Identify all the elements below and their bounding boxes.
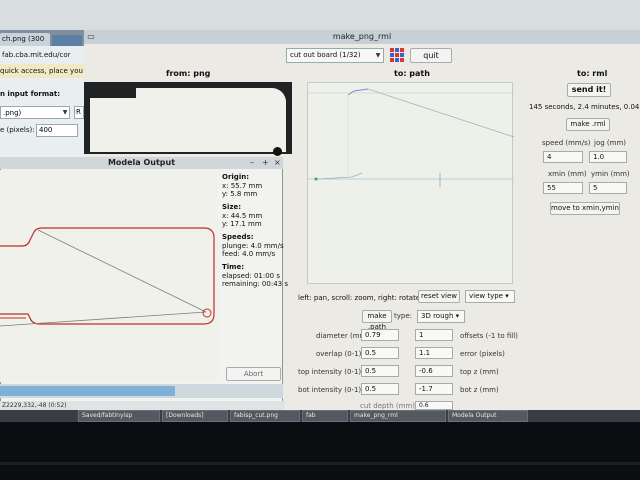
make-rml-button[interactable]: make .rml: [566, 118, 610, 131]
monitor-edge: [0, 462, 640, 465]
param-label-bot-z: bot z (mm): [460, 386, 499, 394]
close-icon[interactable]: ×: [274, 157, 281, 169]
param-label-bot-intensity: bot intensity (0-1): [298, 386, 362, 394]
send-it-button[interactable]: send it!: [567, 83, 611, 97]
png-hole: [273, 147, 282, 156]
size-label: Size:: [222, 203, 242, 211]
modela-title: Modela Output: [0, 157, 283, 169]
minimize-icon[interactable]: –: [250, 157, 254, 169]
chevron-down-icon[interactable]: ▼: [60, 106, 70, 119]
pixels-label: e (pixels):: [0, 126, 35, 134]
taskbar-item-modela-output[interactable]: Modela Output: [448, 410, 528, 422]
window-menu-icon[interactable]: ▭: [84, 30, 98, 44]
pixels-input[interactable]: 400: [36, 124, 78, 137]
jog-label: jog (mm): [594, 139, 626, 147]
size-y: y: 17.1 mm: [222, 220, 262, 228]
browser-notice-bar: quick access, place you: [0, 64, 84, 78]
time-label: Time:: [222, 263, 245, 271]
abort-button[interactable]: Abort: [226, 367, 281, 381]
path-view[interactable]: [307, 82, 515, 284]
r-field[interactable]: R: [74, 106, 84, 119]
path-help-text: left: pan, scroll: zoom, right: rotate: [298, 294, 421, 302]
quit-button[interactable]: quit: [410, 48, 452, 63]
speed-label: speed (mm/s): [542, 139, 591, 147]
jog-input[interactable]: 1.0: [589, 151, 627, 163]
offsets-input[interactable]: 1: [415, 329, 453, 341]
browser-tab[interactable]: ch.png (300: [0, 33, 50, 46]
param-label-error: error (pixels): [460, 350, 505, 358]
plunge-speed: plunge: 4.0 mm/s: [222, 242, 284, 250]
cut-depth-input[interactable]: 0.6: [415, 401, 453, 410]
progress-fill: [0, 386, 175, 396]
ymin-label: ymin (mm): [591, 170, 630, 178]
color-grid-icon[interactable]: [389, 47, 405, 63]
rml-time-text: 145 seconds, 2.4 minutes, 0.04 ho: [529, 103, 640, 111]
ymin-input[interactable]: 5: [589, 182, 627, 194]
type-select[interactable]: 3D rough ▾: [417, 310, 465, 323]
top-intensity-input[interactable]: 0.5: [361, 365, 399, 377]
xmin-label: xmin (mm): [548, 170, 587, 178]
param-label-top-intensity: top intensity (0-1): [298, 368, 362, 376]
browser-new-tab[interactable]: [52, 35, 82, 46]
modela-status: Z2229,332,-48 (0:52): [0, 401, 285, 410]
view-type-label: view type: [469, 292, 503, 300]
chevron-down-icon[interactable]: ▼: [372, 48, 384, 63]
monitor-bezel: [0, 422, 640, 480]
param-label-offsets: offsets (-1 to fill): [460, 332, 518, 340]
origin-label: Origin:: [222, 173, 249, 181]
to-rml-header: to: rml: [577, 69, 608, 78]
speeds-label: Speeds:: [222, 233, 254, 241]
view-type-select[interactable]: view type ▾: [465, 290, 515, 303]
speed-input[interactable]: 4: [543, 151, 583, 163]
param-label-overlap: overlap (0-1): [316, 350, 362, 358]
top-z-input[interactable]: -0.6: [415, 365, 453, 377]
window-title: make_png_rml: [84, 30, 640, 44]
toolpath-canvas: [0, 170, 218, 382]
type-value: 3D rough: [421, 312, 454, 320]
xmin-input[interactable]: 55: [543, 182, 583, 194]
elapsed-time: elapsed: 01:00 s: [222, 272, 281, 280]
make-path-button[interactable]: make .path: [362, 310, 392, 331]
chevron-down-icon: ▾: [505, 292, 509, 300]
remaining-time: remaining: 00:43 s: [222, 280, 288, 288]
png-board-notch: [86, 84, 136, 98]
reset-view-button[interactable]: reset view: [418, 290, 460, 303]
taskbar-item-make-png-rml[interactable]: make_png_rml: [350, 410, 446, 422]
feed-speed: feed: 4.0 mm/s: [222, 250, 276, 258]
taskbar-item-fabtinyisp[interactable]: Saved/fabtinyisp: [78, 410, 160, 422]
overlap-input[interactable]: 0.5: [361, 347, 399, 359]
error-input[interactable]: 1.1: [415, 347, 453, 359]
bot-intensity-input[interactable]: 0.5: [361, 383, 399, 395]
browser-url-bar[interactable]: fab.cba.mit.edu/cor: [2, 49, 82, 61]
type-label: type:: [394, 312, 412, 320]
to-path-header: to: path: [394, 69, 430, 78]
from-png-header: from: png: [166, 69, 211, 78]
path-drawing: [308, 88, 515, 187]
toolpath-drawing: [0, 227, 215, 327]
input-format-label: n input format:: [0, 90, 61, 98]
taskbar-item-downloads[interactable]: [Downloads]: [162, 410, 228, 422]
bot-z-input[interactable]: -1.7: [415, 383, 453, 395]
taskbar-item-fab[interactable]: fab: [302, 410, 348, 422]
origin-y: y: 5.8 mm: [222, 190, 258, 198]
maximize-icon[interactable]: +: [262, 157, 269, 169]
process-select[interactable]: cut out board (1/32): [286, 48, 384, 63]
param-label-top-z: top z (mm): [460, 368, 499, 376]
cut-depth-label: cut depth (mm): [360, 402, 415, 410]
origin-x: x: 55.7 mm: [222, 182, 263, 190]
taskbar-item-fabisp-cut[interactable]: fabisp_cut.png: [230, 410, 300, 422]
chevron-down-icon: ▾: [455, 312, 460, 320]
diameter-input[interactable]: 0.79: [361, 329, 399, 341]
move-to-xmin-ymin-button[interactable]: move to xmin,ymin: [550, 202, 620, 215]
size-x: x: 44.5 mm: [222, 212, 263, 220]
